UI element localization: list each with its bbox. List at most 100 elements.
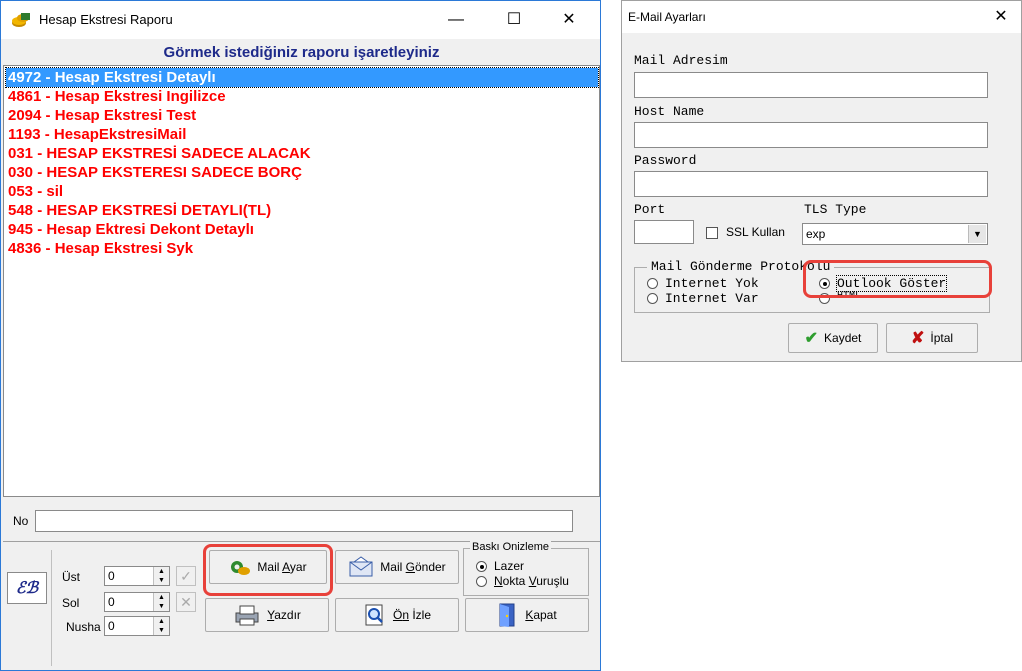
- dot-matrix-label-mid: okta: [502, 574, 529, 588]
- mail-address-label: Mail Adresim: [634, 53, 728, 68]
- mail-settings-label-pre: Mail: [257, 560, 283, 574]
- save-label: Kaydet: [824, 331, 862, 345]
- mail-window-title: E-Mail Ayarları: [628, 10, 706, 24]
- highlight-box: [803, 260, 992, 298]
- x-cancel-icon: ✘: [910, 330, 925, 347]
- report-item[interactable]: 031 - HESAP EKSTRESİ SADECE ALACAK: [6, 144, 598, 163]
- mail-window-close-button[interactable]: ✕: [978, 4, 1022, 30]
- ust-label: Üst: [62, 570, 80, 584]
- ust-value: 0: [108, 569, 115, 583]
- margin-params: Üst 0 ▲ ▼ ✓ Sol 0 ▲ ▼ ✕ Nusha 0 ▲ ▼: [51, 550, 199, 666]
- dot-matrix-label: Nokta Vuruşlu: [494, 574, 569, 588]
- mail-settings-button[interactable]: Mail Ayar: [209, 550, 327, 584]
- nusha-label: Nusha: [66, 620, 101, 634]
- report-item[interactable]: 4836 - Hesap Ekstresi Syk: [6, 239, 598, 258]
- report-item[interactable]: 4861 - Hesap Ekstresi Ingilizce: [6, 87, 598, 106]
- spin-arrows-icon[interactable]: ▲ ▼: [153, 567, 169, 585]
- preview-accel-2: n: [402, 608, 409, 622]
- port-label: Port: [634, 202, 666, 217]
- preview-label-post: İzle: [409, 608, 432, 622]
- sol-label: Sol: [62, 596, 80, 610]
- password-label: Password: [634, 153, 697, 168]
- print-preview-legend: Baskı Onizleme: [470, 541, 552, 553]
- preview-label: Ön İzle: [393, 608, 431, 622]
- spin-arrows-icon[interactable]: ▲ ▼: [153, 617, 169, 635]
- no-row: No: [3, 501, 600, 539]
- maximize-button[interactable]: ☐: [491, 7, 537, 33]
- minimize-button[interactable]: —: [433, 7, 479, 33]
- close-report-button[interactable]: Kapat: [465, 598, 589, 632]
- mail-settings-label-post: yar: [289, 560, 307, 574]
- report-list[interactable]: 4972 - Hesap Ekstresi Detaylı 4861 - Hes…: [3, 65, 600, 497]
- report-item[interactable]: 053 - sil: [6, 182, 598, 201]
- report-item[interactable]: 030 - HESAP EKSTERESI SADECE BORÇ: [6, 163, 598, 182]
- ust-spinner[interactable]: 0 ▲ ▼: [104, 566, 170, 586]
- internet-var-radio[interactable]: [647, 293, 658, 304]
- check-icon[interactable]: ✓: [176, 566, 196, 586]
- send-mail-accel: G: [405, 560, 415, 574]
- cancel-button[interactable]: ✘ İptal: [886, 323, 978, 353]
- send-mail-label-post: önder: [414, 560, 446, 574]
- report-item[interactable]: 548 - HESAP EKSTRESİ DETAYLI(TL): [6, 201, 598, 220]
- mail-settings-window: E-Mail Ayarları ✕ Mail Adresim Host Name…: [621, 0, 1022, 362]
- no-input[interactable]: [35, 510, 573, 532]
- sol-spinner[interactable]: 0 ▲ ▼: [104, 592, 170, 612]
- ssl-label: SSL Kullan: [726, 225, 785, 239]
- ssl-checkbox[interactable]: [706, 227, 718, 239]
- nusha-value: 0: [108, 619, 115, 633]
- password-field[interactable]: [634, 171, 988, 197]
- close-report-label-post: apat: [533, 608, 557, 622]
- send-mail-button[interactable]: Mail Gönder: [335, 550, 459, 584]
- nusha-spinner[interactable]: 0 ▲ ▼: [104, 616, 170, 636]
- list-header: Görmek istediğiniz raporu işaretleyiniz: [163, 44, 440, 61]
- tls-type-select[interactable]: exp ▼: [802, 223, 988, 245]
- host-name-label: Host Name: [634, 104, 705, 119]
- envelope-icon: [349, 556, 373, 577]
- dot-matrix-radio[interactable]: [476, 576, 487, 587]
- report-item[interactable]: 945 - Hesap Ektresi Dekont Detaylı: [6, 220, 598, 239]
- spin-arrows-icon[interactable]: ▲ ▼: [153, 593, 169, 611]
- magnifier-icon: [365, 604, 383, 626]
- internet-yok-label: Internet Yok: [665, 276, 759, 291]
- save-button[interactable]: ✔ Kaydet: [788, 323, 878, 353]
- close-report-label: Kapat: [525, 608, 556, 622]
- app-coins-icon: [12, 13, 30, 27]
- close-button[interactable]: ✕: [546, 7, 592, 33]
- mail-address-field[interactable]: [634, 72, 988, 98]
- report-window: Hesap Ekstresi Raporu — ☐ ✕ Görmek isted…: [0, 0, 601, 671]
- dot-matrix-label-post: uruşlu: [536, 574, 569, 588]
- cancel-label: İptal: [930, 331, 954, 345]
- report-item[interactable]: 1193 - HesapEkstresiMail: [6, 125, 598, 144]
- checkmark-icon: ✔: [804, 330, 819, 347]
- report-item[interactable]: 4972 - Hesap Ekstresi Detaylı: [5, 67, 599, 88]
- tls-type-value: exp: [806, 227, 826, 241]
- laser-label: Lazer: [494, 559, 525, 573]
- internet-yok-radio[interactable]: [647, 278, 658, 289]
- chevron-down-icon[interactable]: ▼: [968, 225, 986, 243]
- preview-button[interactable]: Ön İzle: [335, 598, 459, 632]
- printer-icon: [235, 605, 259, 626]
- cross-icon[interactable]: ✕: [176, 592, 196, 612]
- door-exit-icon: [499, 603, 515, 627]
- print-label: Yazdır: [267, 608, 301, 622]
- tls-type-label: TLS Type: [804, 202, 867, 217]
- print-button[interactable]: Yazdır: [205, 598, 329, 632]
- internet-var-label: Internet Var: [665, 291, 759, 306]
- mail-settings-accel: A: [282, 560, 290, 574]
- report-window-titlebar: Hesap Ekstresi Raporu — ☐ ✕: [1, 1, 600, 39]
- print-label-post: azdır: [274, 608, 301, 622]
- no-label: No: [13, 514, 29, 528]
- port-field[interactable]: [634, 220, 694, 244]
- report-item[interactable]: 2094 - Hesap Ekstresi Test: [6, 106, 598, 125]
- laser-radio[interactable]: [476, 561, 487, 572]
- print-preview-group: Baskı Onizleme Lazer Nokta Vuruşlu: [463, 541, 589, 596]
- sol-value: 0: [108, 595, 115, 609]
- mail-window-titlebar: E-Mail Ayarları ✕: [622, 1, 1021, 33]
- report-window-title: Hesap Ekstresi Raporu: [39, 12, 173, 27]
- gear-coins-icon: [231, 561, 251, 575]
- send-mail-label-pre: Mail: [380, 560, 406, 574]
- mail-settings-label: Mail Ayar: [257, 560, 306, 574]
- host-name-field[interactable]: [634, 122, 988, 148]
- eb-logo: ℰℬ: [7, 572, 47, 604]
- preview-accel: Ö: [392, 608, 403, 622]
